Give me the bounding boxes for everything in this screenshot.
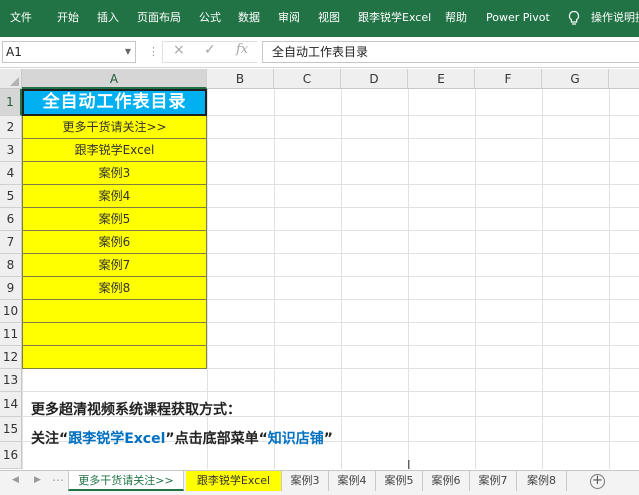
row-header[interactable]: 8 (0, 254, 22, 277)
add-sheet-button[interactable]: + (590, 474, 605, 489)
tab-page-layout[interactable]: 页面布局 (137, 0, 181, 37)
sheet-tab-case3[interactable]: 案例3 (282, 471, 329, 491)
grid-line (274, 89, 275, 469)
cell-a1-title[interactable]: 全自动工作表目录 (22, 89, 207, 116)
grid-line (408, 89, 409, 469)
select-all-triangle-icon (10, 77, 19, 86)
grid-line (22, 391, 639, 392)
row-header[interactable]: 5 (0, 185, 22, 208)
grid-line (609, 89, 610, 469)
row-header[interactable]: 11 (0, 323, 22, 346)
tab-view[interactable]: 视图 (318, 0, 340, 37)
formula-bar: A1 ▼ ⋮ × ✓ fx 全自动工作表目录 (0, 37, 639, 68)
name-box-value: A1 (6, 45, 22, 59)
note-highlight: 知识店铺 (267, 431, 324, 447)
sheet-tab-case8[interactable]: 案例8 (517, 471, 567, 491)
tell-me-search[interactable]: 操作说明搜 (591, 0, 639, 36)
column-header-h[interactable] (609, 69, 639, 89)
sheet-tab-case4[interactable]: 案例4 (329, 471, 376, 491)
column-header-f[interactable]: F (475, 69, 542, 89)
tab-review[interactable]: 审阅 (278, 0, 300, 37)
cell-link-sheet[interactable]: 案例8 (22, 277, 207, 300)
tab-custom-excel[interactable]: 跟李锐学Excel (358, 0, 431, 37)
row-header[interactable]: 4 (0, 162, 22, 185)
scroll-left-icon[interactable]: ◀ (12, 475, 19, 485)
row-header[interactable]: 10 (0, 300, 22, 323)
cancel-icon[interactable]: × (173, 42, 185, 58)
select-all-button[interactable] (0, 69, 22, 89)
tab-options-icon[interactable]: ⋯ (52, 473, 64, 487)
name-box[interactable]: A1 ▼ (2, 41, 136, 63)
lightbulb-icon[interactable] (566, 10, 582, 26)
column-header-c[interactable]: C (274, 69, 341, 89)
sheet-tab-case7[interactable]: 案例7 (470, 471, 517, 491)
formula-input[interactable]: 全自动工作表目录 (262, 41, 639, 63)
tab-formulas[interactable]: 公式 (199, 0, 221, 37)
grid-line (542, 89, 543, 469)
course-note-instructions: 关注“跟李锐学Excel”点击底部菜单“知识店铺” (31, 428, 333, 448)
chevron-down-icon[interactable]: ▼ (125, 42, 131, 62)
cell-empty[interactable] (22, 323, 207, 346)
cell-empty[interactable] (22, 346, 207, 369)
tab-file[interactable]: 文件 (10, 0, 32, 37)
sheet-tab-bar: ◀ ▶ ⋯ 更多干货请关注>> 跟李锐学Excel 案例3 案例4 案例5 案例… (0, 470, 639, 495)
tab-data[interactable]: 数据 (238, 0, 260, 37)
row-header[interactable]: 7 (0, 231, 22, 254)
tab-power-pivot[interactable]: Power Pivot (486, 0, 550, 37)
tab-home[interactable]: 开始 (57, 0, 79, 37)
note-text: ” (323, 431, 333, 447)
row-header[interactable]: 6 (0, 208, 22, 231)
column-header-d[interactable]: D (341, 69, 408, 89)
sheet-tab-case5[interactable]: 案例5 (376, 471, 423, 491)
note-text: ”点击底部菜单“ (165, 431, 268, 447)
cell-link-sheet[interactable]: 案例4 (22, 185, 207, 208)
grid-line (475, 89, 476, 469)
cell-link-sheet[interactable]: 案例6 (22, 231, 207, 254)
grid-line (341, 89, 342, 469)
tab-insert[interactable]: 插入 (97, 0, 119, 37)
cell-link-more[interactable]: 更多干货请关注>> (22, 116, 207, 139)
sheet-tab-more[interactable]: 更多干货请关注>> (68, 471, 184, 491)
course-note-heading: 更多超清视频系统课程获取方式： (31, 402, 241, 418)
row-header[interactable]: 9 (0, 277, 22, 300)
row-header[interactable]: 15 (0, 417, 22, 442)
cell-grid[interactable]: 全自动工作表目录 更多干货请关注>> 跟李锐学Excel 案例3 案例4 案例5… (22, 89, 639, 469)
cell-link-sheet[interactable]: 案例7 (22, 254, 207, 277)
column-header-e[interactable]: E (408, 69, 475, 89)
row-header[interactable]: 2 (0, 116, 22, 139)
note-text: 关注“ (31, 431, 69, 447)
row-header[interactable]: 12 (0, 346, 22, 369)
more-options-icon[interactable]: ⋮ (148, 45, 159, 58)
row-header[interactable]: 13 (0, 369, 22, 392)
cell-link-sheet[interactable]: 跟李锐学Excel (22, 139, 207, 162)
cell-link-sheet[interactable]: 案例5 (22, 208, 207, 231)
sheet-tab-excel[interactable]: 跟李锐学Excel (186, 471, 282, 491)
tab-help[interactable]: 帮助 (445, 0, 467, 37)
cell-link-sheet[interactable]: 案例3 (22, 162, 207, 185)
column-header-g[interactable]: G (542, 69, 609, 89)
sheet-tab-case6[interactable]: 案例6 (423, 471, 470, 491)
enter-icon[interactable]: ✓ (204, 42, 216, 58)
column-header-a[interactable]: A (22, 69, 207, 89)
row-header[interactable]: 16 (0, 442, 22, 469)
row-header[interactable]: 14 (0, 392, 22, 417)
cell-empty[interactable] (22, 300, 207, 323)
column-header-b[interactable]: B (207, 69, 274, 89)
insert-function-icon[interactable]: fx (236, 42, 248, 57)
scroll-right-icon[interactable]: ▶ (34, 475, 41, 485)
note-highlight: 跟李锐学Excel (68, 431, 166, 447)
row-header[interactable]: 3 (0, 139, 22, 162)
row-header[interactable]: 1 (0, 89, 22, 116)
ribbon: 文件 开始 插入 页面布局 公式 数据 审阅 视图 跟李锐学Excel 帮助 P… (0, 0, 639, 37)
